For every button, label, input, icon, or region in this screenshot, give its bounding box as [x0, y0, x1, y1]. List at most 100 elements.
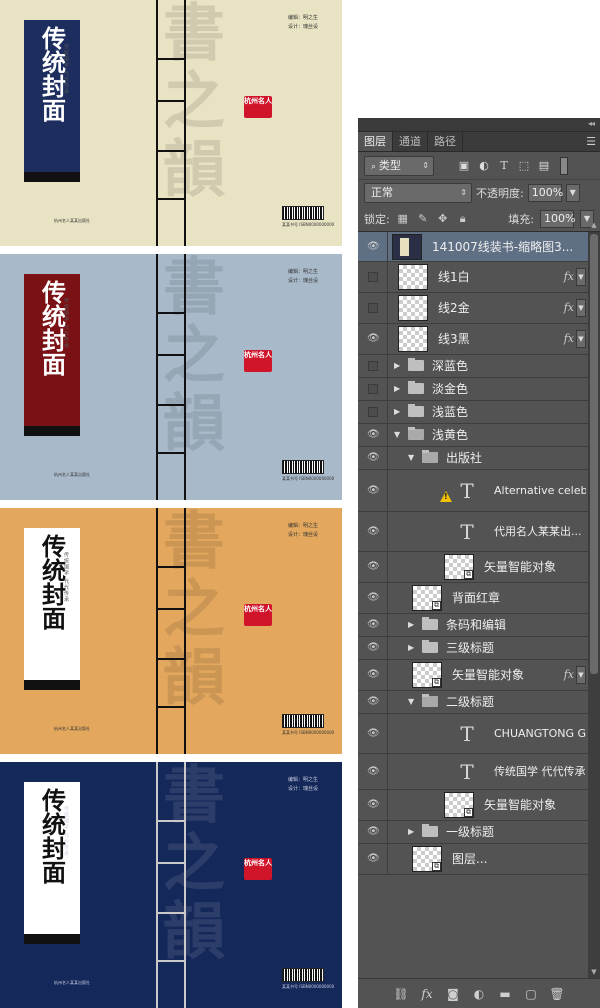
layer-row[interactable]: 👁︎ ▼ 二级标题: [358, 691, 588, 714]
layer-row[interactable]: 👁︎ ▶ 三级标题: [358, 637, 588, 660]
chevron-right-icon[interactable]: ▶: [408, 619, 414, 631]
layer-row[interactable]: 👁︎ ▶ 条码和编辑: [358, 614, 588, 637]
binding-stitch: [158, 312, 184, 314]
fill-input[interactable]: 100%: [540, 209, 575, 228]
layer-row[interactable]: ▶ 浅蓝色: [358, 401, 588, 424]
new-group-icon[interactable]: ▬: [497, 986, 513, 1002]
layer-visibility-toggle[interactable]: 👁︎: [358, 324, 388, 354]
mask-icon[interactable]: ◙: [445, 986, 461, 1002]
opacity-input[interactable]: 100%: [527, 184, 563, 202]
chevron-down-icon[interactable]: ▼: [394, 429, 400, 441]
layer-row[interactable]: 👁︎ ▼ 浅黄色: [358, 424, 588, 447]
layer-visibility-toggle[interactable]: 👁︎: [358, 660, 388, 690]
layer-row[interactable]: 👁︎ ⧉ 背面红章: [358, 583, 588, 614]
filter-pixel-icon[interactable]: ▣: [456, 158, 472, 174]
layer-row[interactable]: 👁︎ T CHUANGTONG GU...: [358, 714, 588, 754]
layer-visibility-toggle[interactable]: 👁︎: [358, 691, 388, 713]
effects-expand-icon[interactable]: ▼: [576, 666, 586, 684]
layer-visibility-toggle[interactable]: 👁︎: [358, 790, 388, 820]
layer-row[interactable]: ▶ 深蓝色: [358, 355, 588, 378]
effects-expand-icon[interactable]: ▼: [576, 299, 586, 317]
tab-channels[interactable]: 通道: [393, 132, 428, 151]
layer-visibility-toggle[interactable]: 👁︎: [358, 714, 388, 753]
layer-visibility-toggle[interactable]: [358, 378, 388, 400]
layer-visibility-toggle[interactable]: 👁︎: [358, 552, 388, 582]
smart-object-badge-icon: ⧉: [432, 678, 441, 687]
book-spine-binding: [156, 762, 186, 1008]
layer-row[interactable]: 线1白 fx ▼: [358, 262, 588, 293]
filter-adjustment-icon[interactable]: ◐: [476, 158, 492, 174]
chevron-right-icon[interactable]: ▶: [394, 383, 400, 395]
layer-visibility-toggle[interactable]: 👁︎: [358, 512, 388, 551]
fx-icon[interactable]: fx: [564, 332, 574, 345]
fx-icon[interactable]: fx: [564, 301, 574, 314]
layer-visibility-toggle[interactable]: 👁︎: [358, 844, 388, 874]
layer-visibility-toggle[interactable]: 👁︎: [358, 232, 388, 261]
chevron-down-icon[interactable]: ▼: [408, 696, 414, 708]
chevron-right-icon[interactable]: ▶: [394, 360, 400, 372]
scrollbar-thumb[interactable]: [590, 234, 598, 674]
layer-visibility-toggle[interactable]: 👁︎: [358, 614, 388, 636]
chevron-right-icon[interactable]: ▶: [408, 826, 414, 838]
layer-visibility-toggle[interactable]: 👁︎: [358, 583, 388, 613]
lock-brush-icon[interactable]: ✎: [416, 212, 430, 226]
tab-layers[interactable]: 图层: [358, 132, 393, 151]
lock-position-icon[interactable]: ✥: [436, 212, 450, 226]
layer-row[interactable]: 👁︎ ⧉ 矢量智能对象: [358, 790, 588, 821]
filter-type-icon[interactable]: T: [496, 158, 512, 174]
blend-mode-select[interactable]: 正常 ⇕: [364, 183, 472, 203]
opacity-dropdown-icon[interactable]: ▼: [565, 184, 580, 202]
collapse-panel-icon[interactable]: ◂◂: [588, 119, 595, 128]
binding-stitch: [158, 354, 184, 356]
layer-visibility-toggle[interactable]: [358, 293, 388, 323]
layer-visibility-toggle[interactable]: 👁︎: [358, 470, 388, 511]
chevron-right-icon[interactable]: ▶: [408, 642, 414, 654]
layer-row[interactable]: 👁︎ T 代用名人某某出...: [358, 512, 588, 552]
effects-expand-icon[interactable]: ▼: [576, 330, 586, 348]
layer-row[interactable]: 👁︎ 141007线装书-缩略图3...: [358, 232, 588, 262]
layer-row[interactable]: 👁︎ T 传统国学 代代传承: [358, 754, 588, 790]
filter-toggle[interactable]: [560, 156, 568, 175]
cover-credit-line: 编辑：明之生: [288, 777, 319, 783]
layer-visibility-toggle[interactable]: 👁︎: [358, 754, 388, 789]
layer-visibility-toggle[interactable]: [358, 262, 388, 292]
cover-red-seal: 杭州名人: [244, 858, 272, 880]
adjustment-icon[interactable]: ◐: [471, 986, 487, 1002]
fx-icon[interactable]: fx: [564, 270, 574, 283]
layer-visibility-toggle[interactable]: [358, 401, 388, 423]
layer-row[interactable]: 👁︎ ▶ 一级标题: [358, 821, 588, 844]
scroll-up-icon[interactable]: ▲: [588, 221, 600, 231]
layer-visibility-toggle[interactable]: 👁︎: [358, 637, 388, 659]
filter-shape-icon[interactable]: ⬚: [516, 158, 532, 174]
scroll-down-icon[interactable]: ▼: [588, 968, 600, 978]
layer-row[interactable]: 👁︎ ▼ 出版社: [358, 447, 588, 470]
layer-row[interactable]: 👁︎ T! Alternative celebrit...: [358, 470, 588, 512]
layer-row[interactable]: ▶ 淡金色: [358, 378, 588, 401]
fx-icon[interactable]: fx: [564, 668, 574, 681]
layer-visibility-toggle[interactable]: 👁︎: [358, 447, 388, 469]
filter-smart-object-icon[interactable]: ▤: [536, 158, 552, 174]
layer-visibility-toggle[interactable]: 👁︎: [358, 821, 388, 843]
tab-paths[interactable]: 路径: [428, 132, 463, 151]
lock-all-icon[interactable]: 🔒︎: [456, 212, 470, 226]
layer-row[interactable]: 👁︎ 线3黑 fx ▼: [358, 324, 588, 355]
effects-expand-icon[interactable]: ▼: [576, 268, 586, 286]
filter-kind-select[interactable]: ⌕ 类型 ⇕: [364, 155, 434, 176]
chevron-right-icon[interactable]: ▶: [394, 406, 400, 418]
trash-icon[interactable]: 🗑︎: [549, 986, 565, 1002]
layer-list-scrollbar[interactable]: ▲ ▼: [588, 221, 600, 978]
layer-row[interactable]: 👁︎ ⧉ 矢量智能对象 fx ▼: [358, 660, 588, 691]
layer-visibility-toggle[interactable]: [358, 355, 388, 377]
layer-row[interactable]: 👁︎ ⧉ 矢量智能对象: [358, 552, 588, 583]
link-icon[interactable]: ⛓: [393, 986, 409, 1002]
layer-row[interactable]: 线2金 fx ▼: [358, 293, 588, 324]
panel-title-bar[interactable]: ◂◂: [358, 118, 600, 132]
chevron-down-icon[interactable]: ▼: [408, 452, 414, 464]
panel-bottom-toolbar: ⛓ fx ◙ ◐ ▬ ▢ 🗑︎: [358, 978, 600, 1008]
new-layer-icon[interactable]: ▢: [523, 986, 539, 1002]
fx-icon[interactable]: fx: [419, 986, 435, 1002]
panel-menu-icon[interactable]: ☰: [586, 135, 596, 148]
lock-transparent-icon[interactable]: ▦: [396, 212, 410, 226]
layer-row[interactable]: 👁︎ ⧉ 图层...: [358, 844, 588, 875]
layer-visibility-toggle[interactable]: 👁︎: [358, 424, 388, 446]
